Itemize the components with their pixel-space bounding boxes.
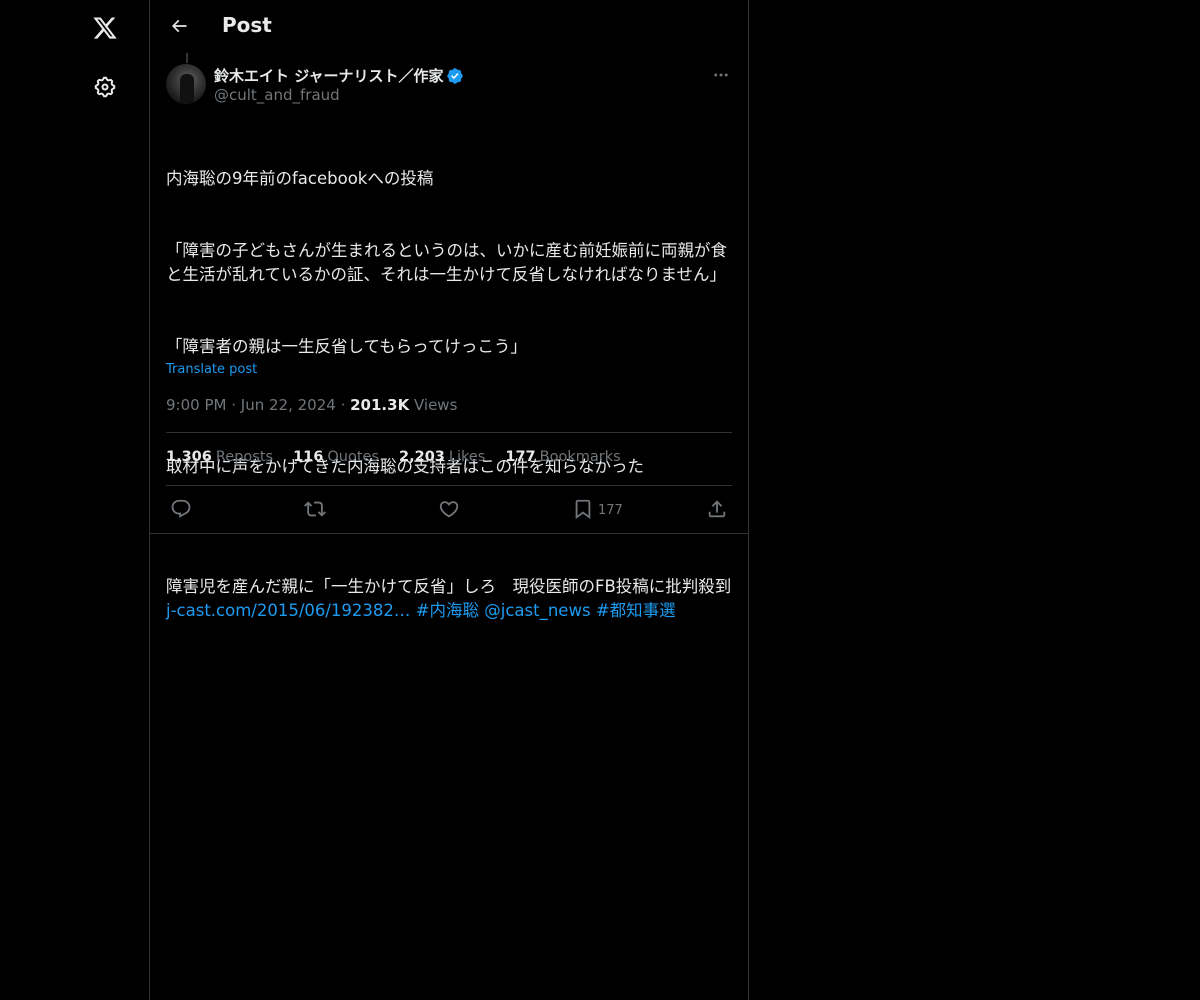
- reposts-count: 1,306: [166, 449, 212, 465]
- post-line: 内海聡の9年前のfacebookへの投稿: [166, 169, 434, 188]
- views-label: Views: [413, 396, 458, 414]
- post-line: 「障害者の親は一生反省してもらってけっこう」: [166, 337, 527, 356]
- heart-icon: [439, 501, 459, 518]
- repost-button[interactable]: [304, 496, 326, 522]
- like-button[interactable]: [438, 496, 460, 522]
- article-link[interactable]: j-cast.com/2015/06/192382…: [166, 601, 410, 620]
- mention-link[interactable]: @jcast_news: [484, 601, 590, 620]
- post-actions: 177: [150, 486, 748, 533]
- post-date[interactable]: Jun 22, 2024: [241, 396, 336, 414]
- hashtag-link[interactable]: #内海聡: [416, 601, 479, 620]
- left-nav: [0, 0, 149, 1000]
- author-name-row: 鈴木エイト ジャーナリスト／作家: [214, 65, 464, 86]
- likes-label: Likes: [448, 449, 486, 465]
- x-logo-icon: [93, 17, 117, 39]
- app-root: Post 鈴木エイト ジャーナリスト／作家 @cult_and_fraud 内海…: [0, 0, 1200, 1000]
- divider: [166, 432, 732, 433]
- author-handle[interactable]: @cult_and_fraud: [214, 86, 340, 104]
- likes-count: 2,203: [399, 449, 445, 465]
- post-line: 「障害の子どもさんが生まれるというのは、いかに産む前妊娠前に両親が食と生活が乱れ…: [166, 241, 727, 284]
- gear-icon: [94, 76, 116, 98]
- thread-connector-line: [186, 53, 188, 63]
- repost-icon: [304, 501, 326, 517]
- share-icon: [708, 500, 726, 518]
- more-options-button[interactable]: [704, 64, 738, 86]
- reposts-stat[interactable]: 1,306 Reposts: [166, 449, 273, 465]
- settings-button[interactable]: [81, 63, 129, 111]
- arrow-left-icon: [171, 19, 187, 33]
- divider: [150, 533, 748, 534]
- post-text: 内海聡の9年前のfacebookへの投稿 「障害の子どもさんが生まれるというのは…: [166, 119, 734, 671]
- bookmarks-count: 177: [505, 449, 536, 465]
- reply-button[interactable]: [170, 496, 192, 522]
- hashtag-link[interactable]: #都知事選: [596, 601, 676, 620]
- post-stats: 1,306 Reposts 116 Quotes 2,203 Likes 177 Boo…: [166, 449, 621, 465]
- post-line-last: 障害児を産んだ親に「一生かけて反省」しろ 現役医師のFB投稿に批判殺到 j-ca…: [166, 575, 734, 623]
- bookmarks-stat[interactable]: 177 Bookmarks: [505, 449, 620, 465]
- quotes-stat[interactable]: 116 Quotes: [293, 449, 379, 465]
- reposts-label: Reposts: [215, 449, 274, 465]
- translate-post-link[interactable]: Translate post: [166, 362, 257, 377]
- page-header: Post: [150, 0, 748, 53]
- back-button[interactable]: [162, 9, 196, 43]
- post-line-text: 障害児を産んだ親に「一生かけて反省」しろ 現役医師のFB投稿に批判殺到: [166, 577, 737, 596]
- verified-badge-icon[interactable]: [446, 67, 464, 85]
- bookmarks-label: Bookmarks: [539, 449, 621, 465]
- share-button[interactable]: [706, 496, 728, 522]
- page-title: Post: [222, 13, 272, 37]
- meta-separator: ·: [340, 396, 351, 414]
- avatar[interactable]: [166, 64, 206, 104]
- quotes-label: Quotes: [327, 449, 380, 465]
- post-meta: 9:00 PM · Jun 22, 2024 · 201.3K Views: [166, 396, 457, 414]
- more-horizontal-icon: [714, 73, 728, 77]
- meta-separator: ·: [231, 396, 241, 414]
- bookmark-count: 177: [598, 503, 623, 518]
- x-logo-button[interactable]: [81, 4, 129, 52]
- bookmark-icon: [575, 499, 591, 520]
- views-count: 201.3K: [350, 396, 410, 414]
- likes-stat[interactable]: 2,203 Likes: [399, 449, 485, 465]
- author-name[interactable]: 鈴木エイト ジャーナリスト／作家: [214, 65, 443, 86]
- reply-icon: [171, 499, 191, 518]
- main-column: Post 鈴木エイト ジャーナリスト／作家 @cult_and_fraud 内海…: [149, 0, 749, 1000]
- bookmark-button[interactable]: 177: [572, 496, 623, 522]
- post-time[interactable]: 9:00 PM: [166, 396, 226, 414]
- quotes-count: 116: [293, 449, 324, 465]
